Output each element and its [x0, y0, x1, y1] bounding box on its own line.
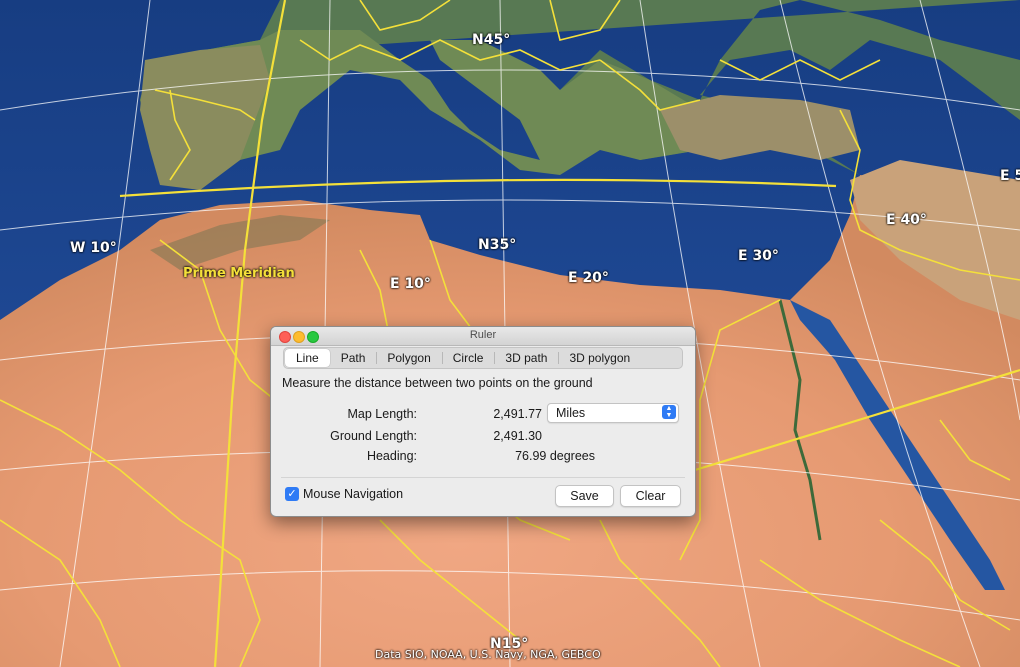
- tab-polygon[interactable]: Polygon: [376, 349, 441, 367]
- prime-meridian-label: Prime Meridian: [183, 266, 295, 281]
- up-down-chevron-icon: ▲ ▼: [662, 405, 676, 419]
- map-length-value: 2,491.77: [493, 407, 542, 421]
- ruler-description: Measure the distance between two points …: [282, 376, 593, 390]
- window-title: Ruler: [469, 329, 497, 341]
- map-length-label: Map Length:: [347, 407, 418, 421]
- measurement-tabs: Line Path Polygon Circle 3D path 3D poly…: [283, 347, 683, 369]
- map-attribution: Data SIO, NOAA, U.S. Navy, NGA, GEBCO: [375, 648, 601, 661]
- tab-3d-path[interactable]: 3D path: [494, 349, 558, 367]
- longitude-label-e10: E 10°: [390, 276, 431, 292]
- units-select-value: Miles: [556, 406, 586, 420]
- ruler-window: Ruler Line Path Polygon Circle 3D path 3…: [270, 326, 696, 517]
- latitude-label-n35: N35°: [478, 237, 517, 253]
- ruler-titlebar[interactable]: Ruler: [271, 327, 695, 346]
- longitude-label-e40: E 40°: [886, 212, 927, 228]
- heading-value: 76.99 degrees: [515, 449, 595, 463]
- tab-3d-polygon[interactable]: 3D polygon: [558, 349, 641, 367]
- clear-button[interactable]: Clear: [620, 485, 681, 507]
- longitude-label-e50: E 5: [1000, 168, 1020, 184]
- divider: [281, 477, 685, 478]
- ground-length-value: 2,491.30: [493, 429, 542, 443]
- tab-line[interactable]: Line: [285, 349, 330, 367]
- tab-circle[interactable]: Circle: [441, 349, 495, 367]
- heading-label: Heading:: [366, 449, 417, 463]
- tab-path[interactable]: Path: [330, 349, 377, 367]
- latitude-label-n45: N45°: [472, 32, 511, 48]
- units-select[interactable]: Miles ▲ ▼: [547, 403, 679, 423]
- mouse-navigation-label[interactable]: Mouse Navigation: [303, 487, 403, 501]
- longitude-label-w10: W 10°: [70, 240, 117, 256]
- longitude-label-e30: E 30°: [738, 248, 779, 264]
- save-button[interactable]: Save: [555, 485, 614, 507]
- mouse-navigation-checkbox[interactable]: ✓: [285, 487, 299, 501]
- longitude-label-e20: E 20°: [568, 270, 609, 286]
- ground-length-label: Ground Length:: [330, 429, 417, 443]
